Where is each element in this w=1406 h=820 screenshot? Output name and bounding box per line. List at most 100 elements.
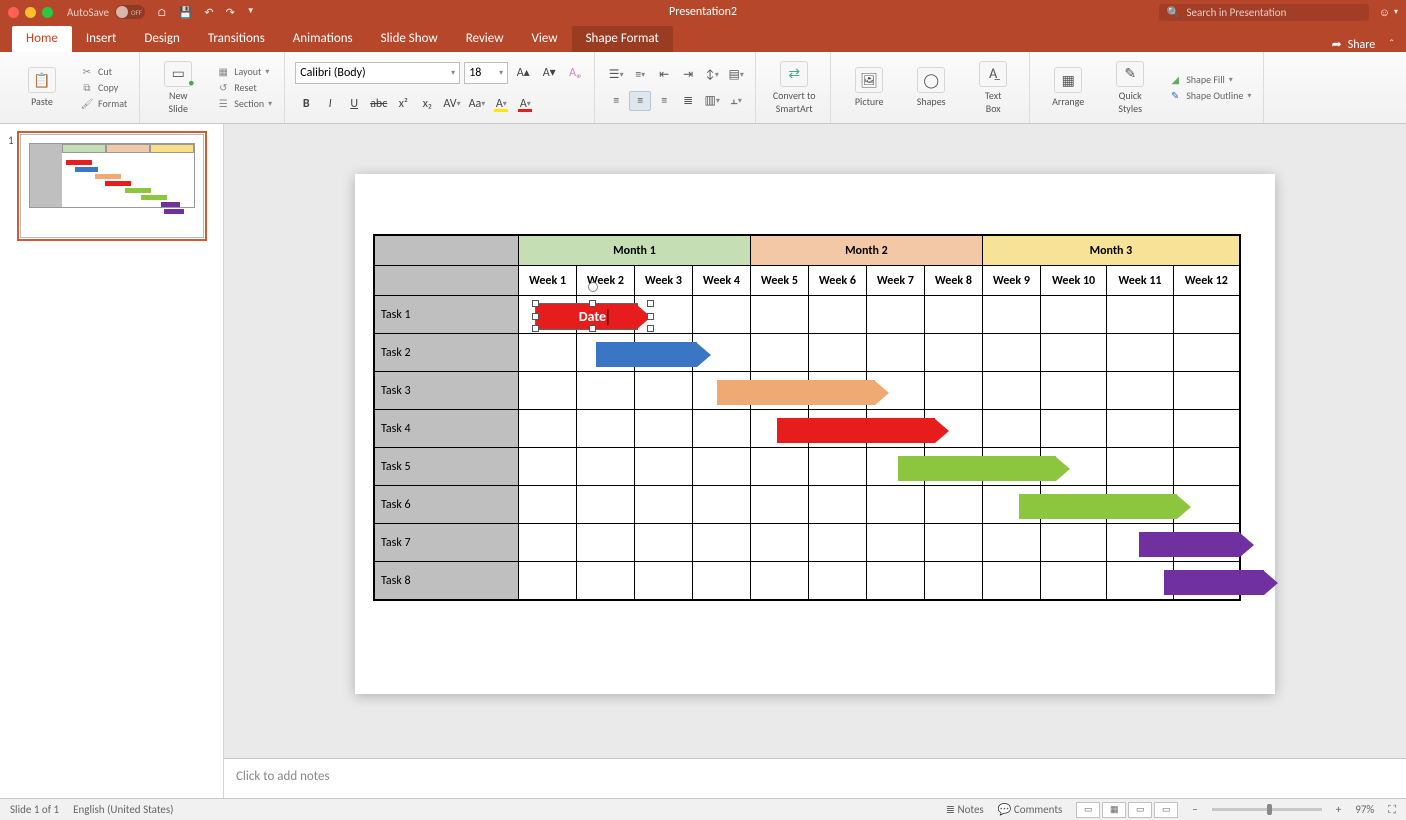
align-left-button[interactable]: ≡ [605,91,627,111]
tab-review[interactable]: Review [452,26,518,52]
selection-handle[interactable] [532,313,539,320]
selection-handle[interactable] [532,300,539,307]
gantt-bar-task-6[interactable] [1019,494,1191,519]
save-icon[interactable]: 💾 [179,6,193,19]
search-presentation[interactable]: 🔍 Search in Presentation [1159,4,1369,21]
increase-indent-button[interactable]: ⇥ [677,65,699,85]
feedback-more-icon[interactable]: ▾ [1394,7,1398,17]
font-size-select[interactable]: 18▾ [464,62,508,84]
gantt-bar-task-4[interactable] [777,418,949,443]
rotation-handle[interactable] [588,282,598,292]
line-spacing-button[interactable]: ↕▾ [701,65,723,85]
paste-button[interactable]: 📋 Paste [14,67,70,108]
selection-handle[interactable] [589,325,596,332]
italic-button[interactable]: I [319,94,341,114]
align-center-button[interactable]: ≡ [629,91,651,111]
share-button[interactable]: ➦ Share ˆ [1332,37,1394,52]
gantt-bar-task-7[interactable] [1139,532,1254,557]
section-button[interactable]: ☰Section▾ [212,96,276,111]
zoom-slider[interactable] [1212,808,1322,811]
textbox-button[interactable]: A̲Text Box [965,61,1021,115]
zoom-out-button[interactable]: − [1192,803,1197,816]
tab-shape-format[interactable]: Shape Format [572,26,673,52]
language-label[interactable]: English (United States) [73,803,173,816]
layout-button[interactable]: ▦Layout▾ [212,64,276,79]
picture-button[interactable]: 🖼Picture [841,67,897,108]
text-direction-button[interactable]: ▤▾ [725,65,747,85]
font-family-select[interactable]: Calibri (Body)▾ [295,62,460,84]
shapes-button[interactable]: ◯Shapes [903,67,959,108]
canvas-scroll[interactable]: Month 1 Month 2 Month 3 Week 1 Week 2 We… [224,124,1406,758]
selection-handle[interactable] [647,313,654,320]
home-icon[interactable]: ⌂ [157,6,167,19]
qat-more-icon[interactable]: ▼ [247,6,255,19]
quick-styles-button[interactable]: ✎Quick Styles [1102,61,1158,115]
convert-smartart-button[interactable]: ⇄ Convert to SmartArt [766,61,822,115]
decrease-indent-button[interactable]: ⇤ [653,65,675,85]
arrange-button[interactable]: ▦Arrange [1040,67,1096,108]
reading-view-button[interactable]: ▭ [1128,802,1152,818]
autosave-toggle[interactable]: AutoSave OFF [67,5,145,19]
reset-button[interactable]: ↺Reset [212,80,276,95]
highlight-button[interactable]: A▾ [490,94,512,114]
shape-outline-button[interactable]: ✎Shape Outline▾ [1164,88,1255,103]
tab-design[interactable]: Design [130,26,193,52]
slide-counter[interactable]: Slide 1 of 1 [10,803,59,816]
notes-pane[interactable]: Click to add notes [224,758,1406,798]
tab-insert[interactable]: Insert [72,26,131,52]
tab-slideshow[interactable]: Slide Show [367,26,452,52]
feedback-icon[interactable]: ☺ [1379,6,1390,19]
numbering-button[interactable]: ≡▾ [629,65,651,85]
notes-toggle[interactable]: ≣ Notes [946,803,984,816]
align-right-button[interactable]: ≡ [653,91,675,111]
new-slide-button[interactable]: ▭● New Slide [150,61,206,115]
gantt-bar-task-2[interactable] [596,342,711,367]
underline-button[interactable]: U [343,94,365,114]
selection-handle[interactable] [532,325,539,332]
gantt-bar-task-5[interactable] [898,456,1070,481]
text-effects-button[interactable]: AV▾ [440,94,463,114]
slide-canvas[interactable]: Month 1 Month 2 Month 3 Week 1 Week 2 We… [355,174,1275,694]
cut-button[interactable]: ✂Cut [76,64,131,79]
columns-button[interactable]: ▥▾ [701,91,723,111]
superscript-button[interactable]: x² [392,94,414,114]
change-case-button[interactable]: Aa▾ [466,94,489,114]
minimize-window-button[interactable] [25,7,36,18]
close-window-button[interactable] [8,7,19,18]
selection-handle[interactable] [589,300,596,307]
autosave-switch[interactable]: OFF [115,5,145,19]
clear-format-button[interactable]: Aᵩ [564,63,586,83]
comments-toggle[interactable]: 💬 Comments [998,803,1063,816]
selection-handle[interactable] [647,325,654,332]
undo-icon[interactable]: ↶ [204,6,213,19]
gantt-bar-task-1[interactable]: Date [536,304,651,329]
collapse-ribbon-icon[interactable]: ˆ [1389,38,1394,52]
justify-button[interactable]: ≣ [677,91,699,111]
format-painter-button[interactable]: 🖌Format [76,96,131,111]
gantt-bar-task-3[interactable] [717,380,889,405]
strike-button[interactable]: abc [367,94,390,114]
increase-font-button[interactable]: A▴ [512,63,534,83]
gantt-table[interactable]: Month 1 Month 2 Month 3 Week 1 Week 2 We… [373,234,1241,601]
sorter-view-button[interactable]: ▦ [1102,802,1126,818]
tab-transitions[interactable]: Transitions [194,26,279,52]
redo-icon[interactable]: ↷ [226,6,235,19]
copy-button[interactable]: ⧉Copy [76,80,131,95]
normal-view-button[interactable]: ▭ [1076,802,1100,818]
bullets-button[interactable]: ☰▾ [605,65,627,85]
selection-handle[interactable] [647,300,654,307]
decrease-font-button[interactable]: A▾ [538,63,560,83]
shape-fill-button[interactable]: ◢Shape Fill▾ [1164,72,1255,87]
gantt-bar-task-8[interactable] [1164,570,1279,595]
gantt-bar-label[interactable]: Date [579,308,608,326]
fit-window-button[interactable]: ⛶ [1388,803,1396,817]
tab-home[interactable]: Home [12,26,72,52]
slide-thumbnail-1[interactable] [20,134,204,238]
align-text-button[interactable]: ⫠▾ [725,91,747,111]
subscript-button[interactable]: x₂ [416,94,438,114]
zoom-level[interactable]: 97% [1355,803,1374,816]
zoom-in-button[interactable]: + [1336,803,1341,816]
tab-animations[interactable]: Animations [279,26,367,52]
tab-view[interactable]: View [518,26,572,52]
bold-button[interactable]: B [295,94,317,114]
